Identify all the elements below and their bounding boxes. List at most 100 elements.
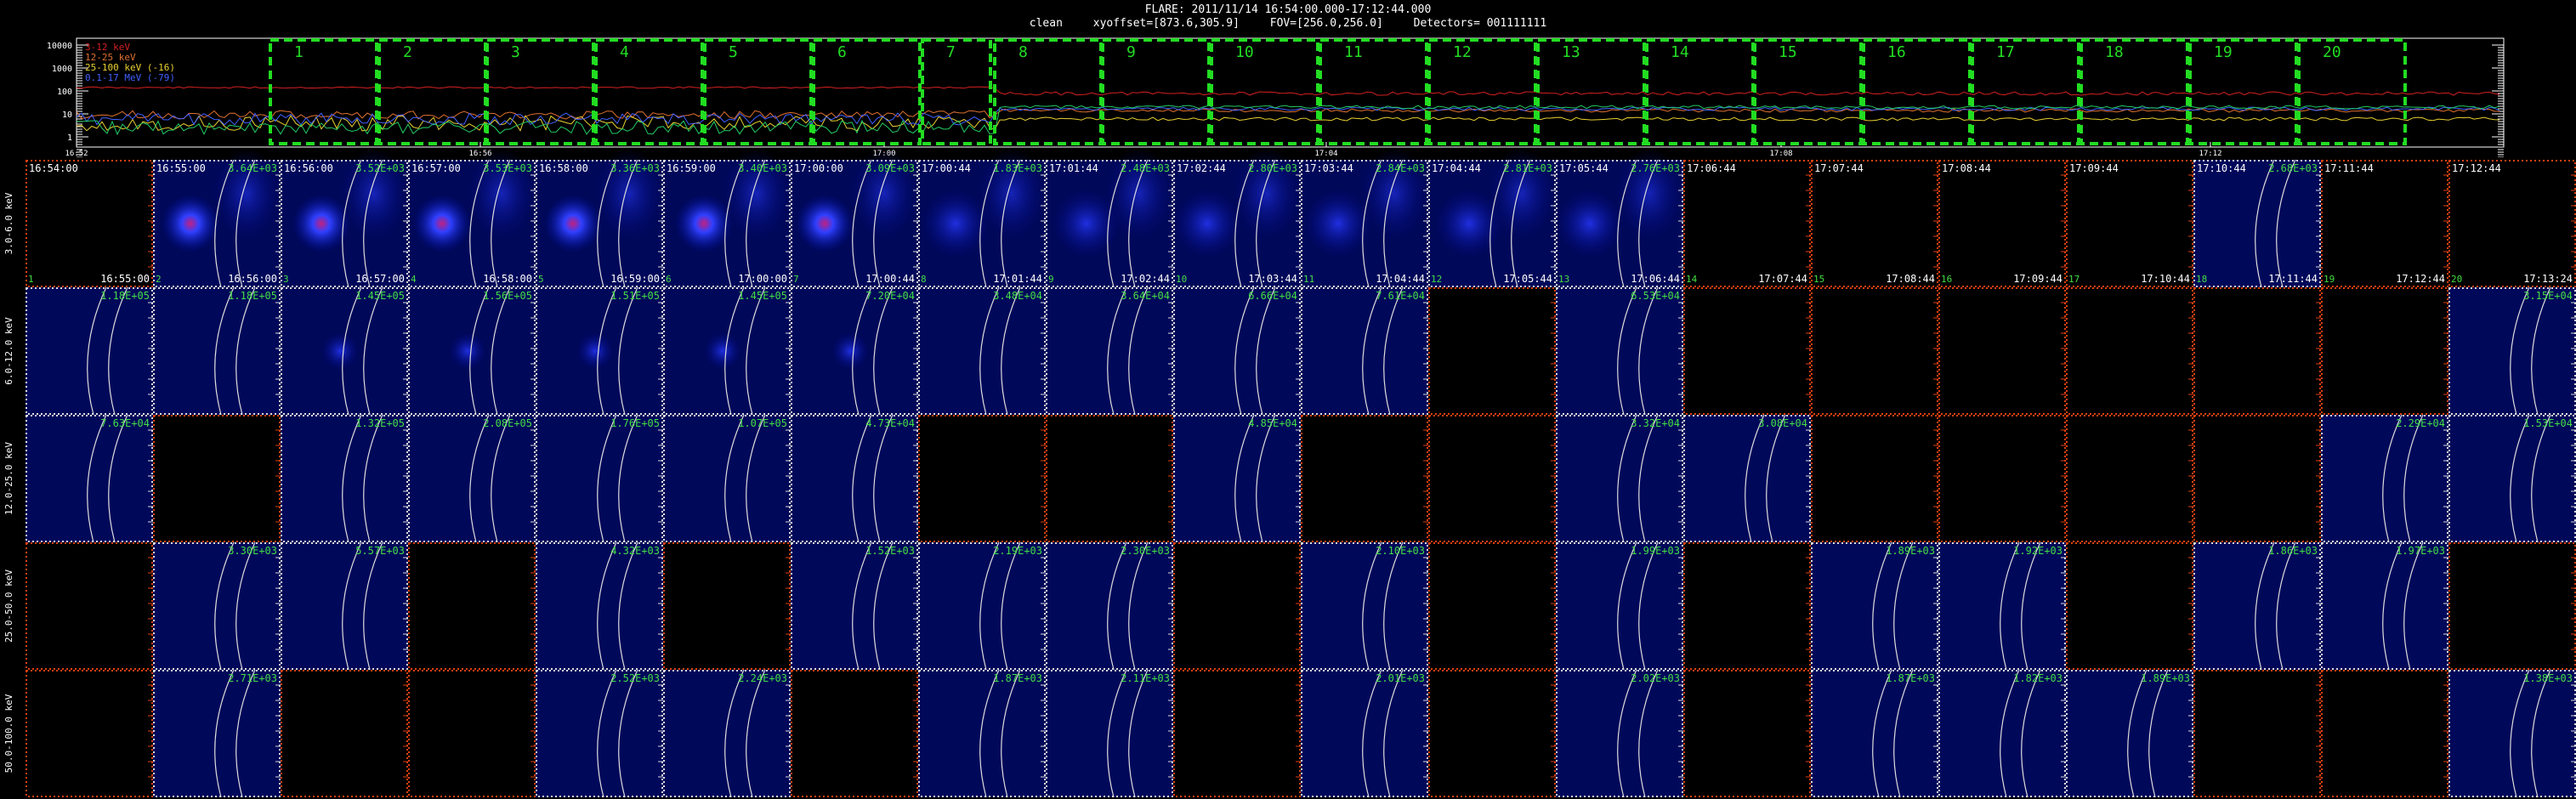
panel-background — [1938, 287, 2066, 415]
panel-index: 5 — [538, 274, 544, 285]
panel-background — [2321, 287, 2448, 415]
panel-max-label: 1.92E+03 — [2013, 545, 2063, 557]
panel-end-time: 16:58:00 — [483, 273, 532, 285]
panel-start-time: 17:01:44 — [1049, 162, 1098, 174]
panel-index: 20 — [2451, 274, 2462, 285]
image-panel: 1.18E+05 — [153, 286, 281, 416]
panel-max-label: 3.08E+04 — [1758, 417, 1807, 429]
image-panel — [26, 670, 153, 797]
image-panel — [2193, 287, 2321, 415]
panel-max-label: 1.18E+05 — [100, 290, 150, 302]
panel-index: 3 — [283, 274, 289, 285]
panel-start-time: 16:59:00 — [667, 162, 716, 174]
image-panel — [1938, 415, 2066, 542]
image-panel — [2193, 670, 2321, 797]
panel-background — [1811, 287, 1938, 415]
panel-background — [1301, 415, 1428, 542]
panel-background — [2321, 160, 2448, 287]
panel-end-time: 17:09:44 — [2013, 273, 2063, 285]
image-panel: 3.52E+03 16:56:00 16:57:00 3 — [281, 147, 408, 288]
panel-start-time: 17:02:44 — [1177, 162, 1226, 174]
panel-max-label: 2.01E+03 — [1376, 672, 1425, 684]
panel-background — [1428, 287, 1556, 415]
image-panel: 1.99E+03 — [1556, 541, 1683, 671]
image-panel: 1.87E+03 — [1811, 669, 1938, 798]
image-panel: 2.02E+03 — [1556, 669, 1683, 798]
image-panel: 17:12:44 17:13:24 20 — [2448, 160, 2576, 287]
image-panel: 17:08:44 17:09:44 16 — [1938, 160, 2066, 287]
panel-max-label: 1.87E+03 — [993, 672, 1042, 684]
panel-max-label: 7.63E+04 — [100, 417, 150, 429]
panel-background — [2066, 542, 2193, 670]
panel-background — [2193, 415, 2321, 542]
panel-max-label: 1.51E+05 — [610, 290, 660, 302]
image-panel — [2321, 287, 2448, 415]
source-blob — [162, 195, 219, 252]
panel-background — [2193, 670, 2321, 797]
panel-end-time: 17:06:44 — [1631, 273, 1680, 285]
source-blob — [796, 195, 854, 252]
panel-max-label: 1.38E+03 — [2523, 672, 2573, 684]
image-panel: 17:06:44 17:07:44 14 — [1683, 160, 1811, 287]
image-panel — [2066, 415, 2193, 542]
image-panel: 2.11E+03 — [1046, 669, 1173, 798]
image-panel — [1811, 287, 1938, 415]
panel-max-label: 4.73E+04 — [865, 417, 915, 429]
image-panel: 3.40E+03 16:59:00 17:00:00 6 — [663, 147, 791, 288]
image-panel: 1.38E+03 — [2448, 669, 2576, 798]
energy-band-label: 25.0-50.0 keV — [3, 570, 14, 643]
panel-max-label: 2.02E+03 — [1631, 672, 1680, 684]
source-blob — [544, 195, 602, 252]
panel-max-label: 6.53E+04 — [1631, 290, 1680, 302]
panel-background — [2066, 160, 2193, 287]
panel-end-time: 17:07:44 — [1758, 273, 1807, 285]
panel-background — [1046, 415, 1173, 542]
panel-background — [408, 670, 536, 797]
image-panel: 1.52E+03 — [791, 541, 918, 671]
image-panel: 1.45E+05 — [281, 286, 408, 416]
image-panel — [1173, 542, 1301, 670]
image-panel — [1938, 287, 2066, 415]
panel-index: 7 — [793, 274, 799, 285]
panel-max-label: 2.76E+03 — [1631, 162, 1680, 174]
image-panel: 2.80E+03 17:02:44 17:03:44 10 — [1173, 147, 1301, 288]
panel-start-time: 17:08:44 — [1942, 162, 1991, 174]
image-panel: 2.29E+04 — [2321, 414, 2448, 543]
panel-start-time: 17:05:44 — [1559, 162, 1609, 174]
image-panel — [2066, 287, 2193, 415]
energy-band-label: 50.0-100.0 keV — [3, 694, 14, 773]
panel-index: 18 — [2196, 274, 2207, 285]
image-panel — [1428, 287, 1556, 415]
image-panel: 3.48E+04 — [918, 286, 1046, 416]
image-panel: 6.66E+04 — [1173, 286, 1301, 416]
image-panel: 3.15E+04 — [2448, 286, 2576, 416]
panel-background — [1428, 415, 1556, 542]
panel-max-label: 2.48E+03 — [1121, 162, 1170, 174]
image-panel: 1.82E+03 — [1938, 669, 2066, 798]
image-panel: 17:07:44 17:08:44 15 — [1811, 160, 1938, 287]
image-panel — [281, 670, 408, 797]
panel-max-label: 3.15E+04 — [2523, 290, 2573, 302]
source-blob — [321, 332, 359, 370]
panel-max-label: 1.56E+05 — [483, 290, 532, 302]
panel-start-time: 16:54:00 — [29, 162, 78, 174]
image-panel: 1.92E+03 — [1938, 541, 2066, 671]
image-panel: 7.20E+04 — [791, 286, 918, 416]
panel-end-time: 17:12:44 — [2396, 273, 2445, 285]
panel-end-time: 17:08:44 — [1886, 273, 1935, 285]
image-panel — [1428, 670, 1556, 797]
panel-index: 13 — [1558, 274, 1569, 285]
panel-end-time: 17:01:44 — [993, 273, 1042, 285]
image-panel: 1.89E+03 — [2066, 669, 2193, 798]
panel-end-time: 17:00:00 — [738, 273, 787, 285]
panel-max-label: 2.29E+04 — [2396, 417, 2445, 429]
image-panel — [1811, 415, 1938, 542]
panel-index: 19 — [2324, 274, 2335, 285]
panel-max-label: 2.30E+03 — [1121, 545, 1170, 557]
panel-background — [1428, 542, 1556, 670]
image-panel: 2.84E+03 17:03:44 17:04:44 11 — [1301, 147, 1428, 288]
image-panel: 1.53E+04 — [2448, 414, 2576, 543]
image-panel: 2.68E+03 17:10:44 17:11:44 18 — [2193, 159, 2321, 288]
panel-max-label: 2.24E+03 — [738, 672, 787, 684]
source-blob — [1556, 190, 1624, 258]
